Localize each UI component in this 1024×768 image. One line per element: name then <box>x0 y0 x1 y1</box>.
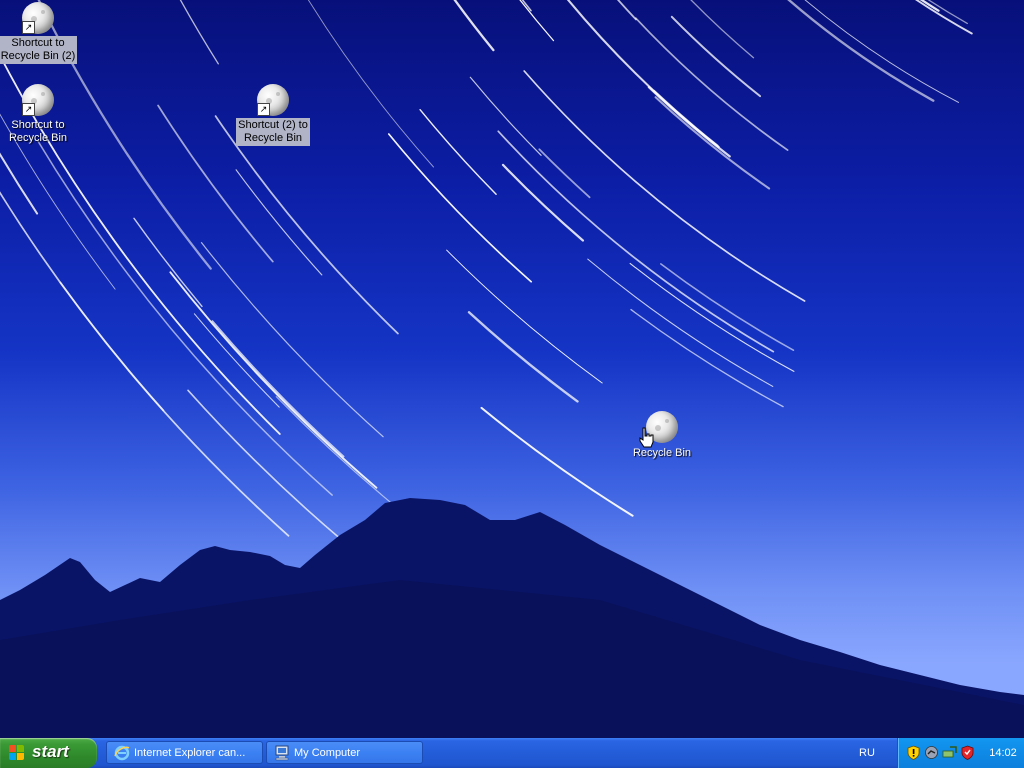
shortcut-arrow-icon: ↗ <box>257 103 270 116</box>
hand-cursor-icon <box>639 427 654 448</box>
security-alert-icon[interactable] <box>906 745 921 760</box>
windows-logo-icon <box>9 745 25 761</box>
safely-remove-icon[interactable] <box>942 745 957 760</box>
shortcut-arrow-icon: ↗ <box>22 21 35 34</box>
desktop[interactable]: ↗ Shortcut to Recycle Bin (2) ↗ Shortcut … <box>0 0 1024 738</box>
mountain-silhouette <box>0 498 1024 738</box>
desktop-icon-recycle-bin[interactable]: Recycle Bin <box>622 411 702 461</box>
taskbar-button-label: My Computer <box>294 747 361 759</box>
desktop-icon-shortcut-recycle-bin-2[interactable]: ↗ Shortcut to Recycle Bin (2) <box>0 2 78 64</box>
desktop-icon-label: Shortcut to Recycle Bin (2) <box>0 36 78 64</box>
taskbar-button-my-computer[interactable]: My Computer <box>266 741 423 764</box>
taskbar-button-internet-explorer[interactable]: Internet Explorer can... <box>106 741 263 764</box>
desktop-icon-shortcut-recycle-bin[interactable]: ↗ Shortcut to Recycle Bin <box>0 84 78 146</box>
antivirus-shield-icon[interactable] <box>960 745 975 760</box>
start-button[interactable]: start <box>0 738 97 768</box>
start-label: start <box>32 742 69 761</box>
taskbar-button-label: Internet Explorer can... <box>134 747 246 759</box>
system-tray: 14:02 <box>897 738 1024 768</box>
network-icon[interactable] <box>924 745 939 760</box>
internet-explorer-icon <box>114 745 130 761</box>
clock[interactable]: 14:02 <box>983 738 1023 768</box>
language-indicator[interactable]: RU <box>856 738 878 768</box>
my-computer-icon <box>275 745 289 761</box>
desktop-icon-label: Shortcut (2) to Recycle Bin <box>236 118 310 146</box>
desktop-icon-shortcut-2-recycle-bin[interactable]: ↗ Shortcut (2) to Recycle Bin <box>233 84 313 146</box>
taskbar: start Internet Explorer can... My Comput… <box>0 738 1024 768</box>
desktop-icon-label: Shortcut to Recycle Bin <box>8 119 68 144</box>
shortcut-arrow-icon: ↗ <box>22 103 35 116</box>
